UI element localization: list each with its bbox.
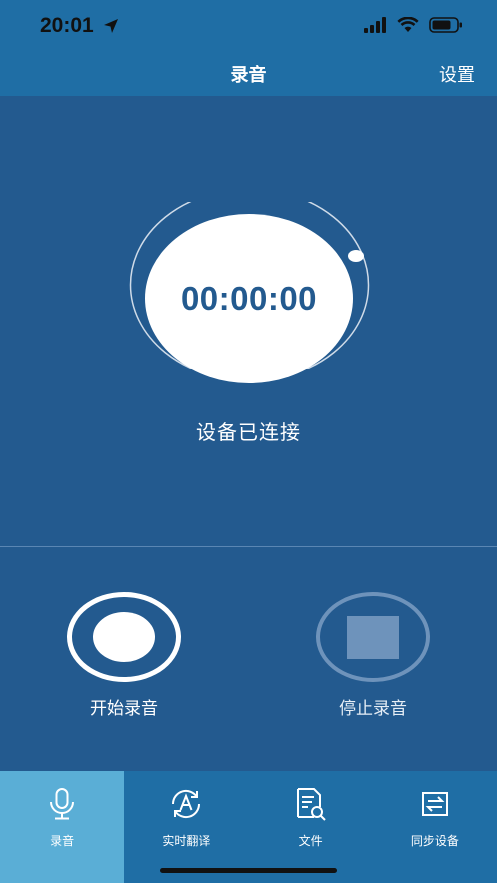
tab-sync[interactable]: 同步设备 xyxy=(373,771,497,883)
start-record-button[interactable]: 开始录音 xyxy=(54,592,194,719)
timer-panel: 00:00:00 设备已连接 xyxy=(0,96,497,546)
page-title: 录音 xyxy=(230,65,267,86)
device-status-text: 设备已连接 xyxy=(196,420,301,444)
sync-icon xyxy=(421,792,448,816)
tab-record[interactable]: 录音 xyxy=(0,771,125,883)
wifi-icon xyxy=(397,16,419,37)
translate-icon xyxy=(172,789,201,819)
stop-icon xyxy=(316,592,430,682)
battery-icon xyxy=(429,17,463,37)
location-arrow-icon xyxy=(102,17,120,39)
tab-translate[interactable]: 实时翻译 xyxy=(124,771,248,883)
navigation-bar: 录音 设置 xyxy=(0,52,497,96)
tab-translate-label: 实时翻译 xyxy=(162,834,211,848)
progress-knob xyxy=(348,250,364,262)
stop-record-button[interactable]: 停止录音 xyxy=(303,592,443,719)
file-search-icon xyxy=(296,788,326,821)
status-indicators xyxy=(363,16,463,37)
tab-files[interactable]: 文件 xyxy=(249,771,373,883)
stop-record-label: 停止录音 xyxy=(339,699,407,719)
tab-record-label: 录音 xyxy=(50,834,75,848)
timer-display: 00:00:00 xyxy=(145,214,353,383)
tab-sync-label: 同步设备 xyxy=(410,834,459,848)
microphone-icon xyxy=(50,788,75,820)
status-bar: 20:01 xyxy=(0,0,497,52)
record-icon xyxy=(67,592,181,682)
tab-files-label: 文件 xyxy=(298,834,323,848)
home-indicator[interactable] xyxy=(160,868,337,873)
status-time: 20:01 xyxy=(40,14,94,37)
record-controls: 开始录音 停止录音 xyxy=(0,547,497,771)
signal-icon xyxy=(363,17,387,37)
timer-value: 00:00:00 xyxy=(180,279,318,317)
tab-bar: 录音 实时翻译 文件 同步设备 xyxy=(0,771,497,883)
start-record-label: 开始录音 xyxy=(90,699,158,719)
settings-button[interactable]: 设置 xyxy=(439,61,475,87)
